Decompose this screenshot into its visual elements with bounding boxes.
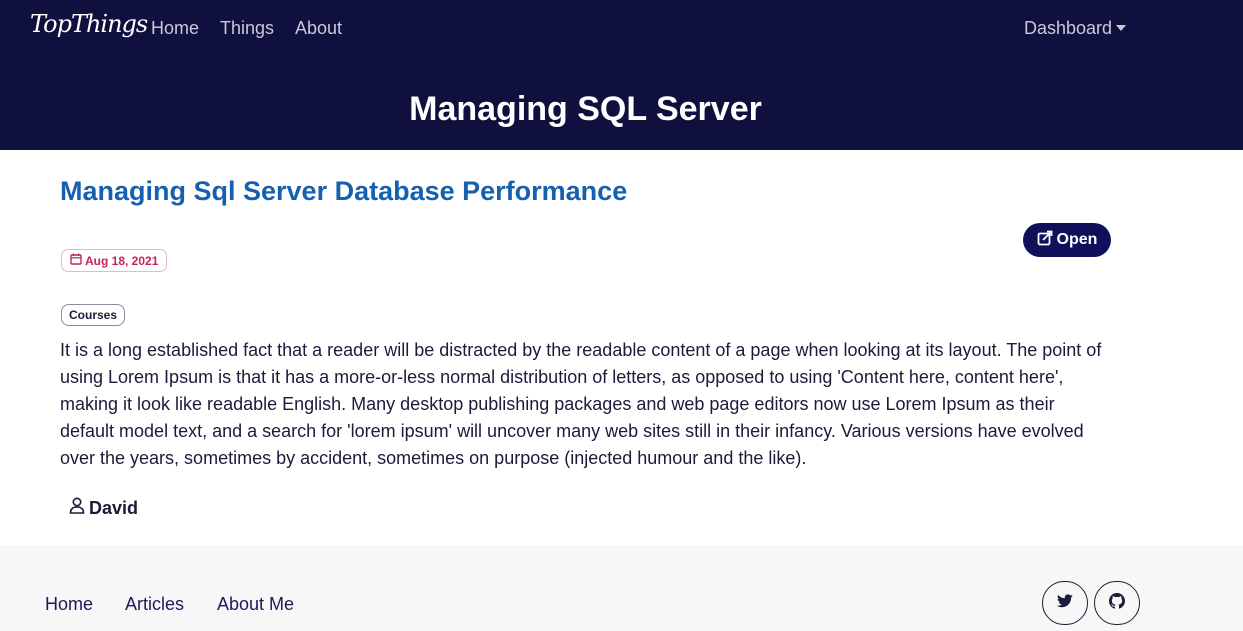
external-edit-icon: [1037, 230, 1053, 251]
footer-articles-link[interactable]: Articles: [125, 594, 184, 615]
caret-down-icon: [1116, 25, 1127, 31]
page-title: Managing SQL Server: [409, 90, 762, 128]
twitter-button[interactable]: [1042, 581, 1088, 625]
author-info: David: [69, 497, 138, 519]
article-title[interactable]: Managing Sql Server Database Performance: [60, 176, 627, 207]
calendar-icon: [70, 253, 82, 268]
author-name: David: [89, 497, 139, 518]
footer-home-link[interactable]: Home: [45, 594, 93, 615]
article-date: Aug 18, 2021: [85, 253, 159, 268]
article-body: It is a long established fact that a rea…: [60, 340, 1102, 468]
footer: Home Articles About Me: [0, 545, 1243, 631]
github-button[interactable]: [1094, 581, 1140, 625]
date-badge: Aug 18, 2021: [61, 249, 168, 272]
github-icon: [1109, 592, 1125, 614]
twitter-icon: [1057, 593, 1073, 613]
category-tag[interactable]: Courses: [61, 304, 126, 326]
nav-home-link[interactable]: Home: [151, 18, 199, 39]
header-banner: TopThings Home Things About Dashboard Ma…: [0, 0, 1243, 150]
nav-about-link[interactable]: About: [295, 18, 342, 39]
open-button-label: Open: [1056, 231, 1098, 248]
dashboard-label: Dashboard: [1024, 18, 1113, 38]
nav-things-link[interactable]: Things: [220, 18, 274, 39]
open-button[interactable]: Open: [1023, 223, 1111, 257]
user-icon: [69, 497, 85, 519]
brand-logo[interactable]: TopThings: [30, 10, 148, 38]
dashboard-dropdown[interactable]: Dashboard: [1024, 18, 1127, 39]
footer-about-me-link[interactable]: About Me: [217, 594, 294, 615]
